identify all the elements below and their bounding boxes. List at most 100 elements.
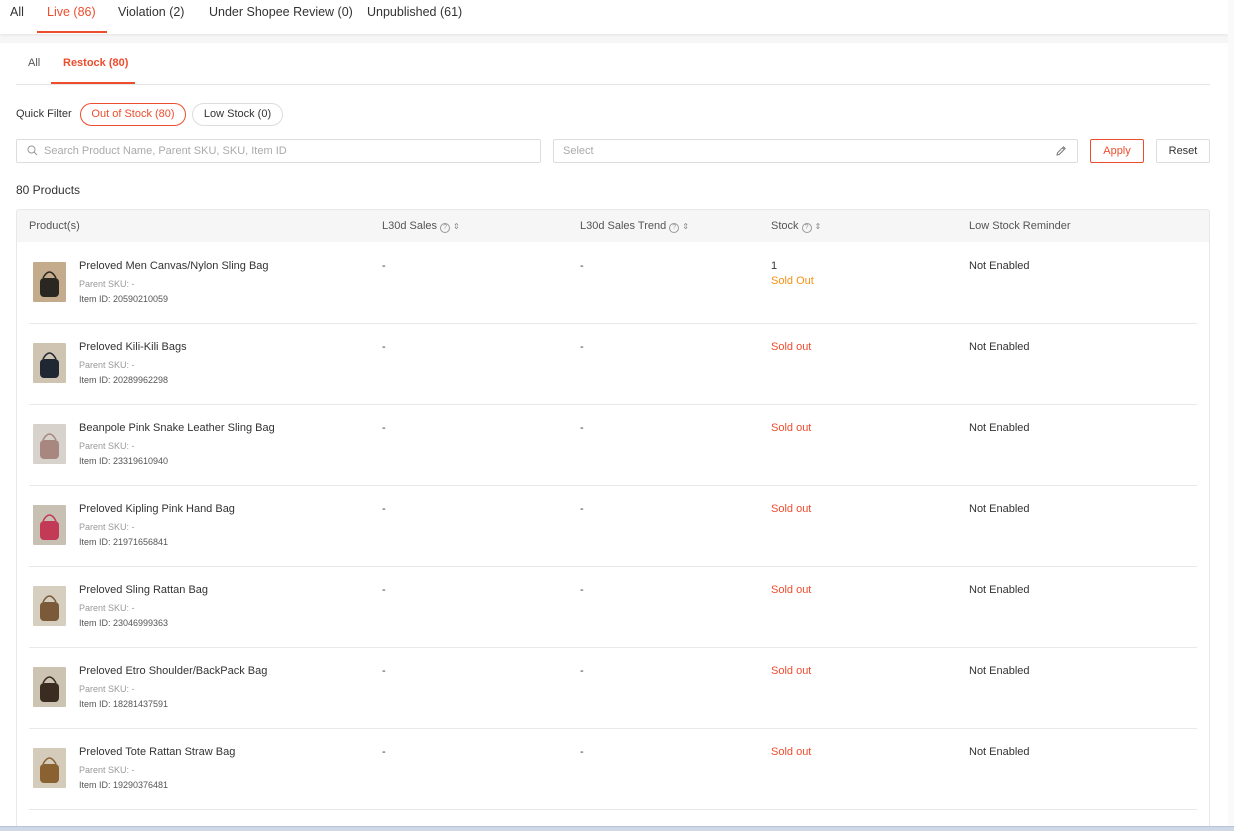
table-row[interactable]: Preloved Men Canvas/Nylon Sling Bag Paren…: [29, 243, 1197, 324]
tab-under-review[interactable]: Under Shopee Review (0): [209, 5, 353, 19]
low-stock-reminder: Not Enabled: [969, 503, 1030, 515]
l30d-trend-value: -: [580, 665, 584, 677]
stock-qty: 1: [771, 260, 778, 272]
parent-sku: Parent SKU: -: [79, 684, 135, 694]
product-count: 80 Products: [16, 183, 81, 197]
header-stock[interactable]: Stock? ⇕: [771, 220, 821, 233]
kipling-bag-thumbnail-icon[interactable]: [33, 505, 66, 545]
product-name[interactable]: Beanpole Pink Snake Leather Sling Bag: [79, 422, 275, 434]
header-product: Product(s): [29, 220, 80, 232]
help-icon[interactable]: ?: [801, 223, 812, 233]
item-id: Item ID: 20590210059: [79, 294, 169, 304]
tab-live[interactable]: Live (86): [47, 5, 96, 19]
table-row[interactable]: Preloved Sling Rattan Bag Parent SKU: - It…: [29, 567, 1197, 648]
l30d-sales-value: -: [382, 422, 386, 434]
bottom-edge: [0, 826, 1234, 831]
subtab-restock[interactable]: Restock (80): [63, 57, 128, 69]
header-l30d-sales-label: L30d Sales: [382, 220, 438, 232]
sling-bag-thumbnail-icon[interactable]: [33, 262, 66, 302]
product-name[interactable]: Preloved Etro Shoulder/BackPack Bag: [79, 665, 267, 677]
parent-sku: Parent SKU: -: [79, 765, 135, 775]
reset-button[interactable]: Reset: [1156, 139, 1210, 163]
table-row[interactable]: Preloved Etro Shoulder/BackPack Bag Paren…: [29, 648, 1197, 729]
header-reminder: Low Stock Reminder: [969, 220, 1071, 232]
stock-status: Sold out: [771, 665, 812, 677]
sort-icon[interactable]: ⇕: [815, 223, 822, 231]
subtab-all[interactable]: All: [28, 57, 40, 69]
stock-status: Sold Out: [771, 275, 814, 287]
low-stock-filter[interactable]: Low Stock (0): [192, 103, 283, 126]
parent-sku: Parent SKU: -: [79, 360, 135, 370]
l30d-sales-value: -: [382, 260, 386, 272]
l30d-sales-value: -: [382, 341, 386, 353]
parent-sku: Parent SKU: -: [79, 603, 135, 613]
low-stock-reminder: Not Enabled: [969, 260, 1030, 272]
item-id: Item ID: 23319610940: [79, 456, 169, 466]
header-l30d-sales[interactable]: L30d Sales? ⇕: [382, 220, 460, 233]
help-icon[interactable]: ?: [669, 223, 680, 233]
stock-status: Sold out: [771, 341, 812, 353]
snake-bag-thumbnail-icon[interactable]: [33, 424, 66, 464]
item-id: Item ID: 23046999363: [79, 618, 169, 628]
sort-icon[interactable]: ⇕: [682, 223, 689, 231]
status-tabs: All Live (86) Violation (2) Under Shopee…: [0, 0, 1228, 34]
l30d-sales-value: -: [382, 665, 386, 677]
l30d-sales-value: -: [382, 584, 386, 596]
parent-sku: Parent SKU: -: [79, 522, 135, 532]
l30d-sales-value: -: [382, 746, 386, 758]
scrollbar[interactable]: [1228, 0, 1234, 831]
table-header: Product(s) L30d Sales? ⇕ L30d Sales Trend…: [17, 210, 1209, 242]
item-id: Item ID: 20289962298: [79, 375, 169, 385]
l30d-sales-value: -: [382, 503, 386, 515]
select-placeholder: Select: [563, 145, 594, 157]
table-row[interactable]: Beanpole Pink Snake Leather Sling Bag Par…: [29, 405, 1197, 486]
active-tab-indicator: [37, 31, 107, 33]
help-icon[interactable]: ?: [440, 223, 451, 233]
out-of-stock-filter[interactable]: Out of Stock (80): [80, 103, 186, 126]
straw-tote-thumbnail-icon[interactable]: [33, 748, 66, 788]
parent-sku: Parent SKU: -: [79, 279, 135, 289]
item-id: Item ID: 21971656841: [79, 537, 169, 547]
product-name[interactable]: Preloved Tote Rattan Straw Bag: [79, 746, 235, 758]
tab-unpublished[interactable]: Unpublished (61): [367, 5, 462, 19]
product-name[interactable]: Preloved Kili-Kili Bags: [79, 341, 187, 353]
stock-status: Sold out: [771, 422, 812, 434]
edit-pencil-icon: [1055, 145, 1067, 160]
stock-status: Sold out: [771, 746, 812, 758]
parent-sku: Parent SKU: -: [79, 441, 135, 451]
divider: [16, 84, 1210, 85]
l30d-trend-value: -: [580, 422, 584, 434]
l30d-trend-value: -: [580, 584, 584, 596]
low-stock-reminder: Not Enabled: [969, 341, 1030, 353]
table-row[interactable]: Preloved Tote Rattan Straw Bag Parent SKU…: [29, 729, 1197, 810]
product-table: Product(s) L30d Sales? ⇕ L30d Sales Trend…: [16, 209, 1210, 831]
item-id: Item ID: 19290376481: [79, 780, 169, 790]
etro-bag-thumbnail-icon[interactable]: [33, 667, 66, 707]
search-icon: [27, 145, 38, 159]
tab-all[interactable]: All: [10, 5, 24, 19]
item-id: Item ID: 18281437591: [79, 699, 169, 709]
product-name[interactable]: Preloved Men Canvas/Nylon Sling Bag: [79, 260, 269, 272]
tab-violation[interactable]: Violation (2): [118, 5, 184, 19]
kili-bags-thumbnail-icon[interactable]: [33, 343, 66, 383]
table-row[interactable]: Preloved Kili-Kili Bags Parent SKU: - Item…: [29, 324, 1197, 405]
apply-button[interactable]: Apply: [1090, 139, 1144, 163]
product-name[interactable]: Preloved Sling Rattan Bag: [79, 584, 208, 596]
rattan-sling-thumbnail-icon[interactable]: [33, 586, 66, 626]
l30d-trend-value: -: [580, 341, 584, 353]
l30d-trend-value: -: [580, 260, 584, 272]
header-stock-label: Stock: [771, 220, 799, 232]
low-stock-reminder: Not Enabled: [969, 584, 1030, 596]
l30d-trend-value: -: [580, 503, 584, 515]
header-l30d-trend[interactable]: L30d Sales Trend? ⇕: [580, 220, 689, 233]
low-stock-reminder: Not Enabled: [969, 422, 1030, 434]
stock-status: Sold out: [771, 584, 812, 596]
sort-icon[interactable]: ⇕: [453, 223, 460, 231]
low-stock-reminder: Not Enabled: [969, 746, 1030, 758]
table-row[interactable]: Preloved Kipling Pink Hand Bag Parent SKU…: [29, 486, 1197, 567]
search-input[interactable]: [44, 142, 534, 160]
category-select[interactable]: Select: [553, 139, 1078, 163]
product-name[interactable]: Preloved Kipling Pink Hand Bag: [79, 503, 235, 515]
l30d-trend-value: -: [580, 746, 584, 758]
restock-panel: All Restock (80) Quick Filter Out of Sto…: [0, 43, 1228, 831]
